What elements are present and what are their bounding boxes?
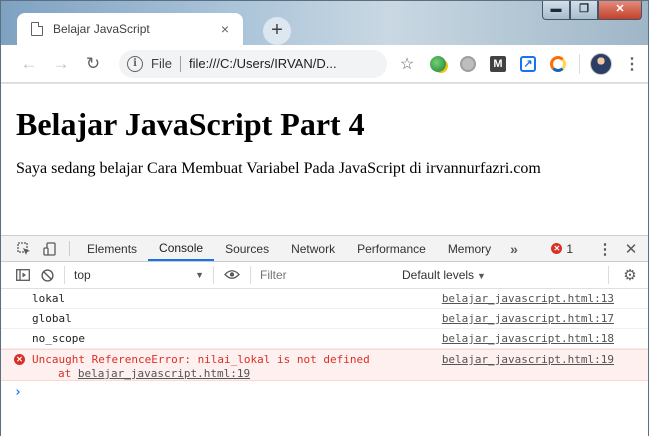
page-paragraph: Saya sedang belajar Cara Membuat Variabe…: [16, 160, 541, 177]
inspect-glyph: [17, 241, 30, 255]
forward-button[interactable]: →: [47, 50, 75, 78]
context-selector[interactable]: top ▼: [70, 268, 208, 282]
console-log-row: global belajar_javascript.html:17: [1, 309, 648, 329]
stack-frame-link[interactable]: belajar_javascript.html:19: [78, 367, 250, 380]
console-log-row: lokal belajar_javascript.html:13: [1, 289, 648, 309]
profile-avatar[interactable]: [590, 52, 612, 75]
device-toolbar-icon[interactable]: [37, 236, 63, 261]
sidebar-glyph: [16, 269, 30, 281]
clear-console-icon[interactable]: [35, 265, 59, 285]
console-error-row: ✕ Uncaught ReferenceError: nilai_lokal i…: [1, 349, 648, 381]
info-icon[interactable]: i: [127, 55, 143, 72]
log-message: no_scope: [32, 332, 85, 345]
devtools-close-icon[interactable]: ✕: [618, 240, 644, 258]
extension-globe-glyph: [430, 55, 446, 72]
minimize-button[interactable]: ▬: [542, 1, 570, 20]
devtools-divider: [69, 241, 70, 256]
url-text[interactable]: file:///C:/Users/IRVAN/D...: [189, 56, 379, 71]
window-controls: ▬ ❐ ✕: [542, 1, 642, 20]
chevron-down-icon: ▼: [195, 270, 204, 280]
extension-gray-glyph: [460, 55, 476, 72]
error-icon: ✕: [551, 243, 563, 254]
tab-strip: Belajar JavaScript × + ▬ ❐ ✕: [1, 1, 648, 45]
devtools-tab-bar: Elements Console Sources Network Perform…: [1, 236, 648, 262]
log-source-link[interactable]: belajar_javascript.html:13: [442, 292, 614, 305]
extension-globe-icon[interactable]: [427, 53, 449, 75]
browser-window: Belajar JavaScript × + ▬ ❐ ✕ ← → ↻ i Fil…: [0, 0, 649, 436]
extension-share-icon[interactable]: ↗: [517, 53, 539, 75]
filter-divider: [64, 266, 65, 284]
devtools-panel: Elements Console Sources Network Perform…: [1, 235, 648, 436]
back-button[interactable]: ←: [15, 50, 43, 78]
devtools-right-controls: ✕ 1 ⋮ ✕: [545, 236, 648, 261]
console-log-row: no_scope belajar_javascript.html:18: [1, 329, 648, 349]
prompt-chevron-icon: ›: [14, 384, 22, 400]
tab-sources[interactable]: Sources: [214, 236, 280, 261]
devtools-menu-icon[interactable]: ⋮: [592, 240, 618, 258]
address-bar[interactable]: i File file:///C:/Users/IRVAN/D...: [119, 49, 387, 78]
log-message: lokal: [32, 292, 66, 305]
maximize-button[interactable]: ❐: [570, 1, 598, 20]
extension-share-glyph: ↗: [520, 55, 536, 72]
tab-memory[interactable]: Memory: [437, 236, 502, 261]
error-row-icon: ✕: [14, 354, 25, 365]
page-heading: Belajar JavaScript Part 4: [16, 106, 365, 142]
error-source-link[interactable]: belajar_javascript.html:19: [442, 353, 614, 366]
reload-button[interactable]: ↻: [79, 50, 107, 78]
tab-console[interactable]: Console: [148, 236, 215, 261]
new-tab-button[interactable]: +: [263, 17, 291, 45]
tab-elements[interactable]: Elements: [76, 236, 148, 261]
omnibox-divider: [179, 55, 181, 72]
context-value: top: [74, 268, 91, 282]
device-glyph: [43, 241, 56, 256]
tab-performance[interactable]: Performance: [346, 236, 437, 261]
extension-m-icon[interactable]: M: [487, 53, 509, 75]
extension-m-glyph: M: [490, 55, 506, 72]
bookmark-star-icon[interactable]: ☆: [395, 54, 419, 74]
filter-divider-3: [250, 266, 251, 284]
console-prompt[interactable]: ›: [1, 381, 648, 403]
tab-network[interactable]: Network: [280, 236, 346, 261]
log-levels-label: Default levels: [402, 268, 475, 282]
clear-glyph: [40, 268, 54, 282]
show-sidebar-icon[interactable]: [11, 265, 35, 285]
console-filter-bar: top ▼ Default levels▼ ⚙: [1, 262, 648, 289]
browser-menu-icon[interactable]: ⋮: [622, 54, 642, 74]
tab-title: Belajar JavaScript: [53, 22, 150, 36]
eye-glyph: [224, 270, 240, 279]
page-viewport: Belajar JavaScript Part 4 Saya sedang be…: [1, 84, 648, 235]
filter-divider-4: [608, 266, 609, 284]
browser-tab[interactable]: Belajar JavaScript ×: [17, 13, 243, 45]
extension-swirl-icon[interactable]: [547, 53, 569, 75]
extension-gray-circle-icon[interactable]: [457, 53, 479, 75]
extension-swirl-glyph: [550, 55, 566, 72]
error-count-badge[interactable]: ✕ 1: [545, 242, 579, 256]
live-expression-eye-icon[interactable]: [219, 267, 245, 283]
console-output: lokal belajar_javascript.html:13 global …: [1, 289, 648, 403]
console-filter-input[interactable]: [256, 265, 398, 285]
levels-chevron-down-icon: ▼: [477, 271, 486, 281]
inspect-element-icon[interactable]: [11, 236, 37, 261]
error-stack-line: at belajar_javascript.html:19: [32, 367, 648, 380]
log-levels-dropdown[interactable]: Default levels ▼: [402, 268, 486, 282]
log-source-link[interactable]: belajar_javascript.html:18: [442, 332, 614, 345]
browser-toolbar: ← → ↻ i File file:///C:/Users/IRVAN/D...…: [1, 45, 648, 83]
filter-divider-2: [213, 266, 214, 284]
log-message: global: [32, 312, 72, 325]
stack-at: at: [58, 367, 72, 380]
tab-close-icon[interactable]: ×: [217, 21, 233, 37]
window-close-button[interactable]: ✕: [598, 1, 642, 20]
scheme-label: File: [151, 56, 172, 71]
console-settings-gear-icon[interactable]: ⚙: [618, 266, 642, 284]
log-source-link[interactable]: belajar_javascript.html:17: [442, 312, 614, 325]
page-favicon-icon: [31, 22, 43, 36]
toolbar-divider: [579, 53, 580, 74]
more-tabs-chevron-icon[interactable]: »: [502, 236, 526, 261]
error-count: 1: [566, 241, 573, 256]
